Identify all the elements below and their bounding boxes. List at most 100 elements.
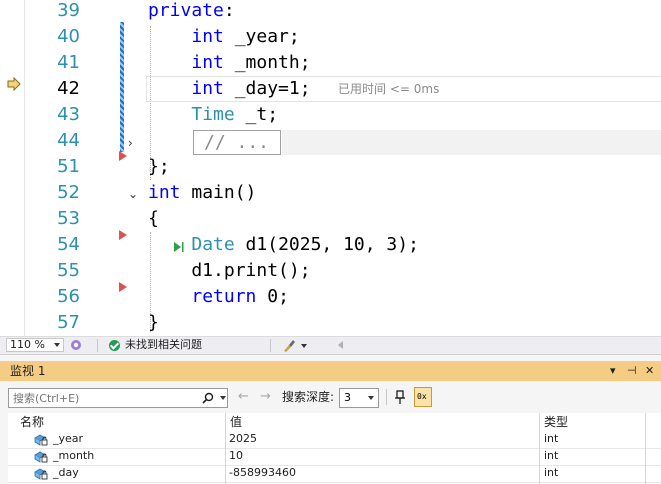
code-token: _month; <box>223 52 311 73</box>
watch-value[interactable]: 10 <box>229 448 243 464</box>
chevron-down-icon[interactable] <box>301 344 307 348</box>
indicator-margin[interactable] <box>0 0 25 336</box>
divider <box>270 339 271 352</box>
current-statement-arrow-icon <box>7 77 21 91</box>
private-field-icon <box>34 468 48 480</box>
hexadecimal-display-toggle[interactable]: 0x <box>414 387 432 407</box>
watch-type: int <box>544 449 559 462</box>
search-depth-select[interactable]: 3 <box>339 388 379 408</box>
column-divider[interactable] <box>539 413 540 484</box>
change-tracking-bar <box>120 22 124 152</box>
editor-status-bar: 110 % 未找到相关问题 <box>0 336 661 354</box>
private-field-icon <box>34 434 48 446</box>
line-number: 52 <box>57 182 80 203</box>
column-divider[interactable] <box>645 413 646 484</box>
code-line[interactable]: { <box>148 206 159 232</box>
expand-region-icon[interactable]: › <box>128 137 138 149</box>
watch-type: int <box>544 432 559 445</box>
line-number: 41 <box>57 52 80 73</box>
code-line[interactable]: int _year; <box>148 24 300 50</box>
line-number: 53 <box>57 208 80 229</box>
watch-grid[interactable]: _year 2025 int _month 10 int _day -858993460 int <box>8 431 661 484</box>
line-number: 40 <box>57 26 80 47</box>
private-field-icon <box>34 451 48 463</box>
code-line[interactable]: Date d1(2025, 10, 3); <box>148 232 419 258</box>
type-token: Time <box>191 104 235 125</box>
watch-row[interactable]: _year 2025 int <box>8 431 661 449</box>
keyword-token: return <box>191 286 257 307</box>
collapsed-region-box[interactable]: // ... <box>193 130 281 155</box>
perf-tip: 已用时间 <= 0ms <box>338 82 440 96</box>
check-circle-icon <box>109 340 120 351</box>
chevron-down-icon[interactable] <box>220 396 226 400</box>
watch-row[interactable]: _month 10 int <box>8 448 661 466</box>
run-to-click-icon[interactable] <box>171 240 185 254</box>
keyword-token: int <box>191 26 224 47</box>
keyword-token: int <box>191 78 224 99</box>
close-icon[interactable]: ✕ <box>645 364 654 378</box>
code-token: 0; <box>256 286 289 307</box>
search-box[interactable] <box>8 388 228 408</box>
breakpoint-marker-icon[interactable] <box>119 151 127 161</box>
code-token: : <box>223 0 235 21</box>
code-token: d1.print(); <box>148 260 311 281</box>
code-line[interactable]: } <box>148 310 159 336</box>
code-token: _day=1; <box>223 78 311 99</box>
watch-value[interactable]: -858993460 <box>229 465 296 481</box>
column-header-value[interactable]: 值 <box>226 413 242 431</box>
column-header-type[interactable]: 类型 <box>540 413 568 431</box>
code-line[interactable]: int _day=1; <box>148 76 311 102</box>
code-cleanup-brush-icon[interactable] <box>282 339 296 352</box>
scroll-left-icon[interactable] <box>338 341 343 349</box>
collapse-region-icon[interactable]: ⌄ <box>128 188 138 200</box>
code-token: _year; <box>223 26 300 47</box>
code-line[interactable]: int _month; <box>148 50 311 76</box>
watch-grid-header: 名称 值 类型 <box>8 413 661 432</box>
watch-row[interactable]: _day -858993460 int <box>8 465 661 483</box>
watch-name: _year <box>53 432 84 445</box>
breakpoint-marker-icon[interactable] <box>119 282 127 292</box>
code-token: }; <box>148 156 170 177</box>
code-line[interactable]: private: <box>148 0 235 24</box>
code-line[interactable]: Time _t; <box>148 102 278 128</box>
code-token: _t; <box>234 104 279 125</box>
keyword-token: int <box>148 182 181 203</box>
collapsed-region-highlight <box>282 130 661 155</box>
search-previous-icon[interactable]: ← <box>238 390 249 404</box>
breakpoint-marker-icon[interactable] <box>119 230 127 240</box>
code-editor[interactable]: 39 40 41 42 43 44 51 52 53 54 55 56 57 › ⌄ private: … <box>0 0 661 336</box>
watch-title-bar[interactable]: 监视 1 ▾ ⊣ ✕ <box>0 361 661 381</box>
code-token: { <box>148 208 159 229</box>
type-token: Date <box>191 234 235 255</box>
search-next-icon[interactable]: → <box>260 390 271 404</box>
watch-value[interactable]: 2025 <box>229 431 257 447</box>
copilot-icon[interactable] <box>70 339 82 351</box>
line-number: 42 <box>57 78 80 99</box>
pin-icon[interactable] <box>393 389 407 405</box>
pin-window-icon[interactable]: ⊣ <box>627 364 637 378</box>
zoom-dropdown[interactable]: 110 % <box>6 338 64 352</box>
issues-status-text[interactable]: 未找到相关问题 <box>125 338 202 352</box>
divider <box>97 339 98 352</box>
code-token: } <box>148 312 159 333</box>
code-token: d1(2025, 10, 3); <box>234 234 419 255</box>
code-line[interactable]: }; <box>148 154 170 180</box>
code-line[interactable]: return 0; <box>148 284 289 310</box>
window-position-dropdown-icon[interactable]: ▾ <box>610 364 616 378</box>
column-divider[interactable] <box>225 413 226 484</box>
code-line[interactable]: int main() <box>148 180 256 206</box>
chevron-down-icon <box>368 396 374 400</box>
code-line[interactable]: d1.print(); <box>148 258 311 284</box>
watch-type: int <box>544 466 559 479</box>
search-depth-label: 搜索深度: <box>282 390 335 404</box>
hex-icon: 0x <box>417 392 427 401</box>
search-icon[interactable] <box>202 392 214 404</box>
column-header-name[interactable]: 名称 <box>16 413 44 431</box>
chevron-down-icon <box>54 343 60 347</box>
search-input[interactable] <box>13 389 193 407</box>
line-number: 43 <box>57 104 80 125</box>
watch-name: _day <box>53 466 79 479</box>
